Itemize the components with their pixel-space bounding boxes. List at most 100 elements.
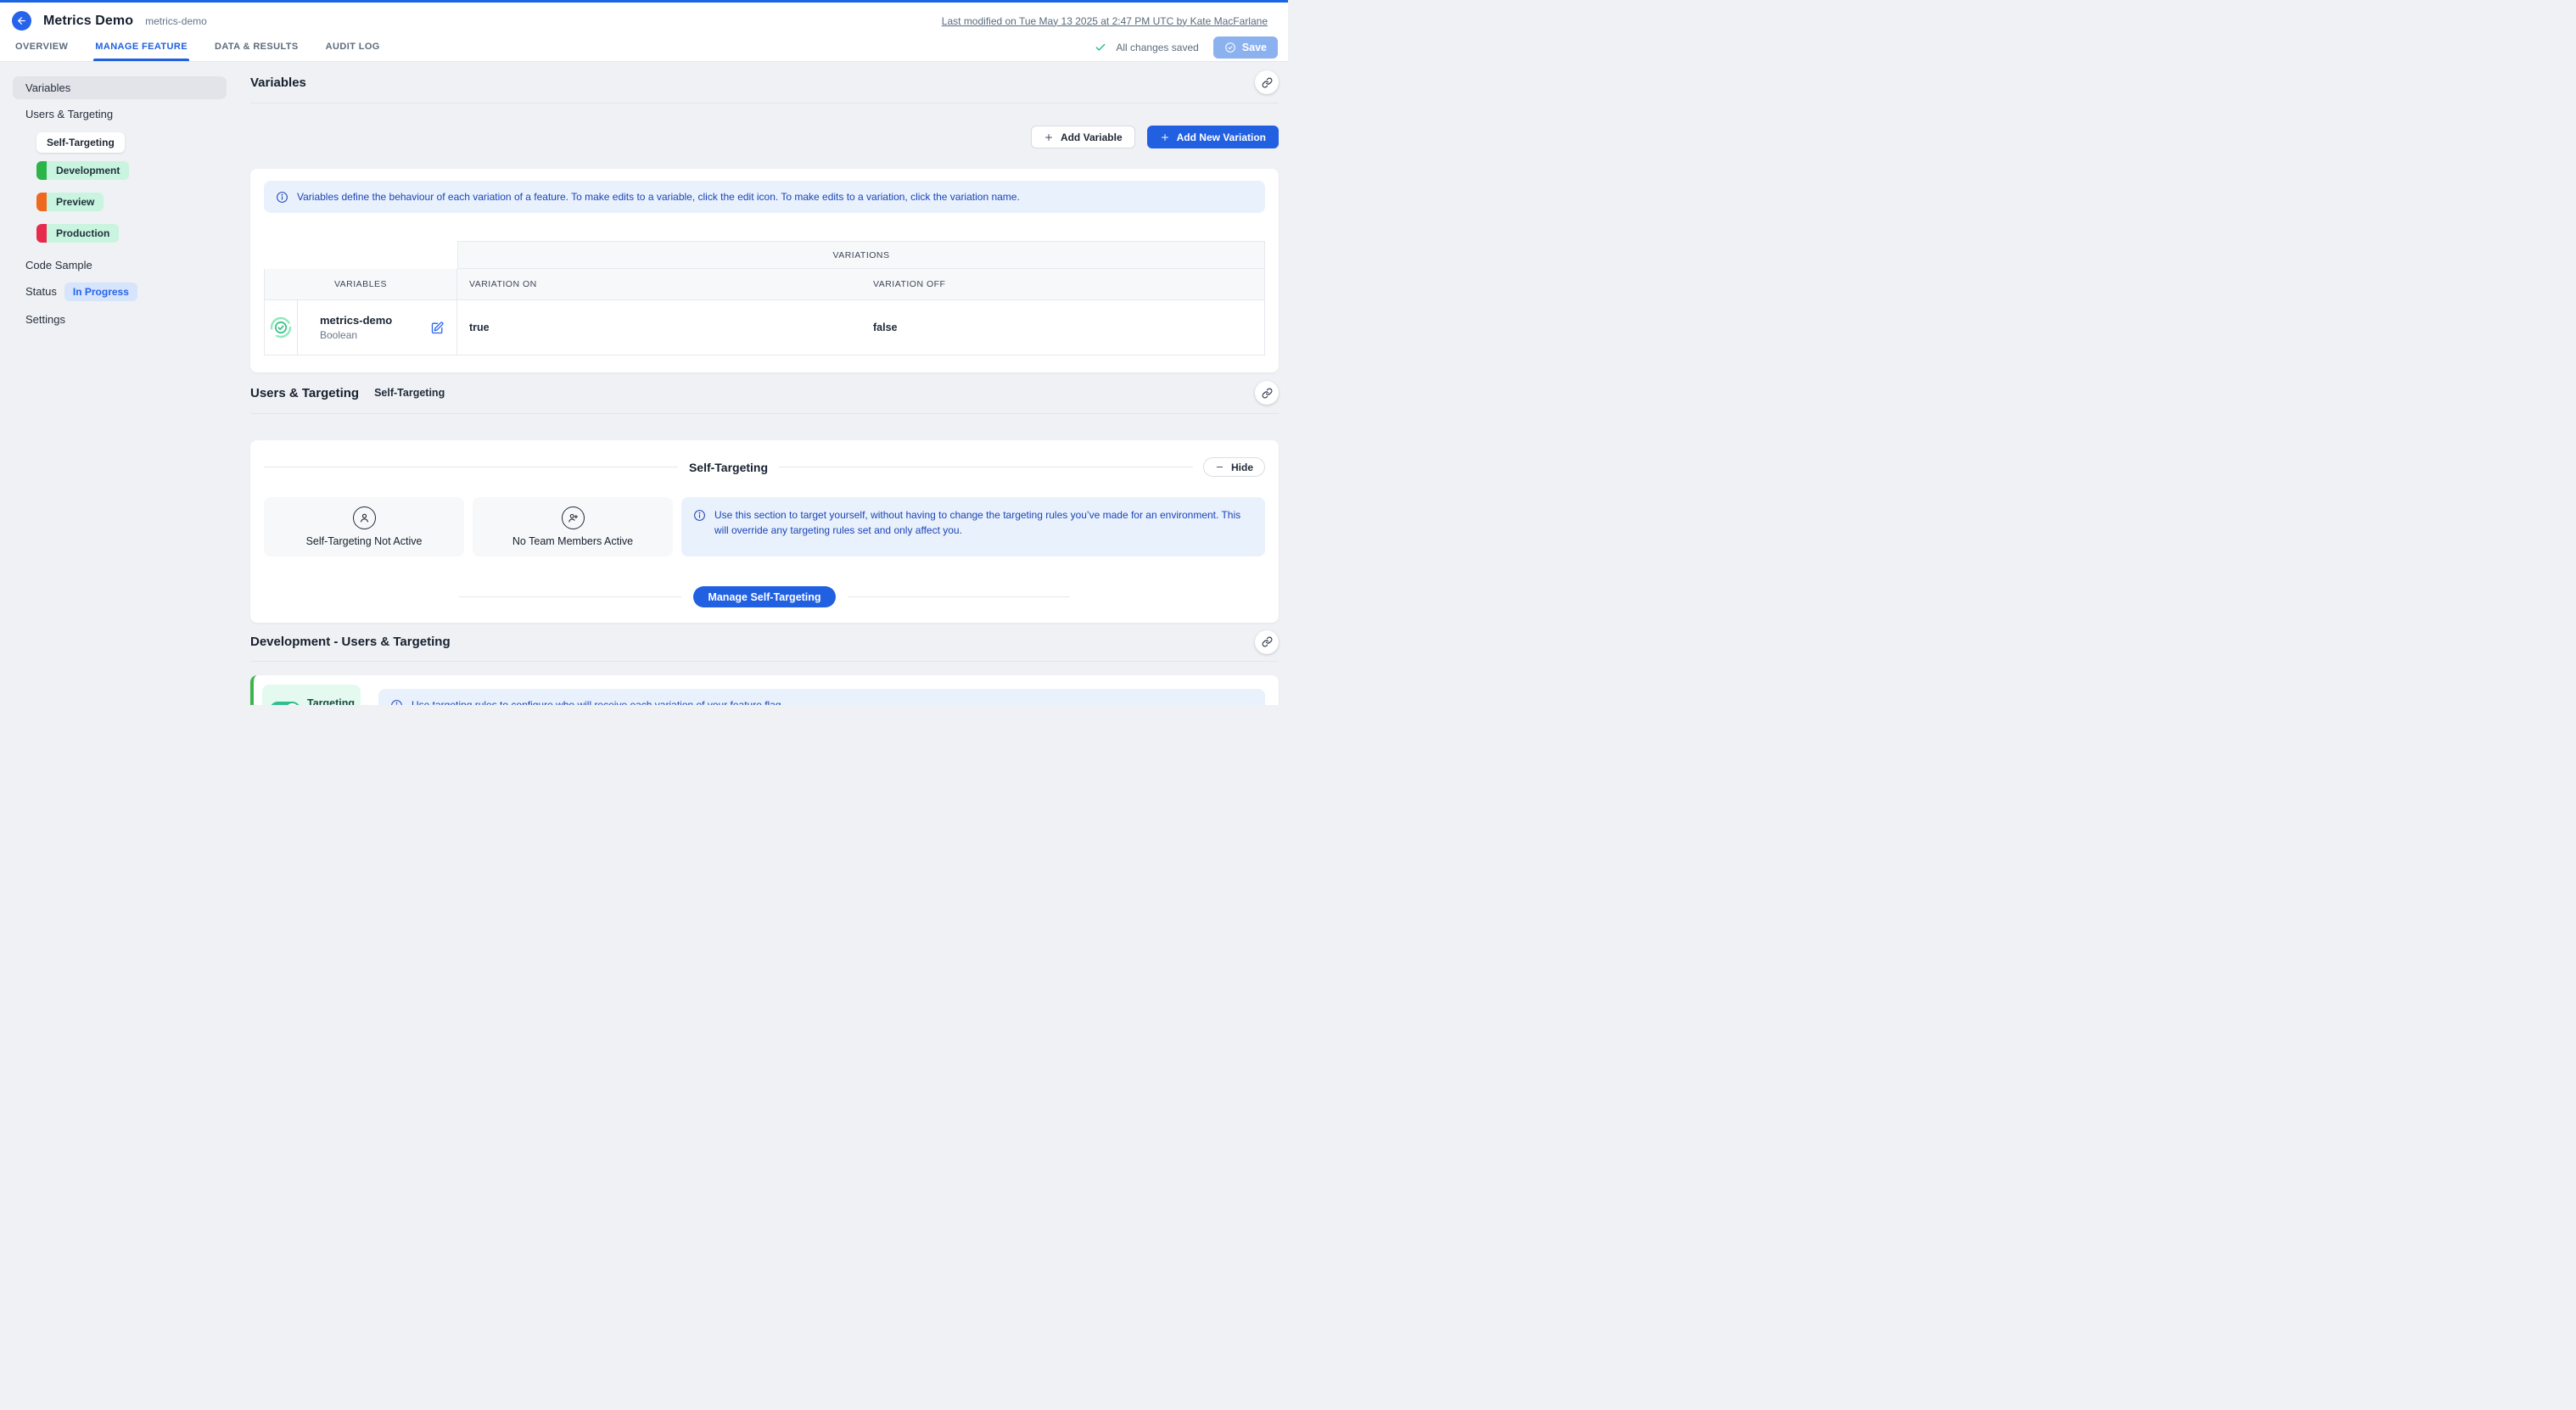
- sidebar-item-settings[interactable]: Settings: [13, 308, 245, 331]
- env-label-production: Production: [47, 224, 119, 243]
- edit-variable-button[interactable]: [428, 319, 446, 337]
- self-targeting-info-banner: Use this section to target yourself, wit…: [681, 497, 1265, 557]
- add-new-variation-button[interactable]: Add New Variation: [1147, 126, 1279, 148]
- save-status-text: All changes saved: [1116, 42, 1198, 53]
- variables-column-header: VARIABLES: [264, 269, 457, 300]
- targeting-toggle[interactable]: [270, 702, 300, 706]
- self-targeting-panel-title: Self-Targeting: [689, 461, 768, 474]
- self-targeting-status-row: Self-Targeting Not Active No Team Member…: [264, 497, 1265, 557]
- info-icon: [693, 509, 706, 522]
- variable-type: Boolean: [320, 329, 392, 341]
- sidebar-item-self-targeting[interactable]: Self-Targeting: [36, 132, 125, 153]
- self-targeting-panel-header: Self-Targeting Hide: [264, 457, 1265, 477]
- back-button[interactable]: [12, 11, 31, 31]
- targeting-toggle-box: Targeting ON: [262, 685, 361, 705]
- info-icon: [276, 191, 288, 204]
- user-plus-icon: [562, 506, 585, 529]
- development-targeting-card: Targeting ON Use targeting rules to conf…: [250, 675, 1279, 705]
- saved-check-icon: [1095, 42, 1106, 53]
- sidebar-item-env-production[interactable]: Production: [36, 224, 119, 243]
- variation-on-value[interactable]: true: [457, 300, 861, 355]
- add-variable-label: Add Variable: [1061, 131, 1123, 143]
- save-button-label: Save: [1242, 42, 1267, 53]
- team-members-status-label: No Team Members Active: [512, 535, 633, 547]
- development-section-title: Development - Users & Targeting: [250, 635, 451, 649]
- add-variable-button[interactable]: Add Variable: [1031, 126, 1135, 148]
- hide-button[interactable]: Hide: [1203, 457, 1265, 477]
- sidebar-item-env-preview[interactable]: Preview: [36, 193, 104, 211]
- development-link-button[interactable]: [1255, 630, 1279, 654]
- development-section-header: Development - Users & Targeting: [250, 623, 1279, 662]
- variations-header: VARIATIONS: [457, 241, 1265, 269]
- users-targeting-link-button[interactable]: [1255, 381, 1279, 405]
- app-header: Metrics Demo metrics-demo Last modified …: [0, 3, 1288, 36]
- tab-overview[interactable]: OVERVIEW: [14, 42, 70, 61]
- env-label-development: Development: [47, 161, 129, 180]
- info-icon: [390, 699, 403, 706]
- plus-icon: [1044, 132, 1054, 143]
- env-color-preview: [36, 193, 47, 211]
- variables-section-title: Variables: [250, 76, 306, 90]
- targeting-status-label: Targeting ON: [307, 697, 355, 705]
- variables-info-text: Variables define the behaviour of each v…: [297, 189, 1020, 204]
- users-targeting-section-subtitle: Self-Targeting: [374, 387, 445, 399]
- variation-off-column-header: VARIATION OFF: [861, 269, 1265, 300]
- targeting-info-text: Use targeting rules to configure who wil…: [412, 697, 784, 705]
- env-color-production: [36, 224, 47, 243]
- variables-info-banner: Variables define the behaviour of each v…: [264, 181, 1265, 213]
- toggle-knob-check-icon: [286, 703, 299, 706]
- sidebar: Variables Users & Targeting Self-Targeti…: [0, 62, 245, 705]
- pencil-edit-icon: [430, 321, 445, 335]
- users-targeting-section-title: Users & Targeting: [250, 386, 359, 400]
- variables-link-button[interactable]: [1255, 70, 1279, 94]
- self-targeting-status-label: Self-Targeting Not Active: [306, 535, 423, 547]
- user-icon: [353, 506, 376, 529]
- save-button[interactable]: Save: [1213, 36, 1278, 59]
- divider-line: [848, 596, 1070, 597]
- tab-audit-log[interactable]: AUDIT LOG: [324, 42, 382, 61]
- variables-table: VARIATIONS VARIABLES VARIATION ON VARIAT…: [264, 241, 1265, 355]
- tab-data-results[interactable]: DATA & RESULTS: [213, 42, 300, 61]
- table-empty-cell: [264, 241, 457, 269]
- add-new-variation-label: Add New Variation: [1177, 131, 1266, 143]
- arrow-left-icon: [16, 15, 27, 26]
- main-content: Variables Add Variable Add New Variation: [245, 62, 1288, 705]
- variables-card: Variables define the behaviour of each v…: [250, 169, 1279, 372]
- feature-key: metrics-demo: [145, 15, 207, 27]
- status-badge[interactable]: In Progress: [64, 283, 137, 301]
- last-modified-link[interactable]: Last modified on Tue May 13 2025 at 2:47…: [942, 15, 1268, 27]
- circle-check-icon: [1224, 42, 1236, 53]
- env-color-development: [36, 161, 47, 180]
- tab-manage-feature[interactable]: MANAGE FEATURE: [93, 42, 189, 61]
- self-targeting-status-card: Self-Targeting Not Active: [264, 497, 464, 557]
- variation-on-column-header: VARIATION ON: [457, 269, 861, 300]
- env-label-preview: Preview: [47, 193, 104, 211]
- link-icon: [1262, 77, 1273, 88]
- team-members-status-card: No Team Members Active: [473, 497, 673, 557]
- variables-section-header: Variables: [250, 62, 1279, 104]
- users-targeting-section-header: Users & Targeting Self-Targeting: [250, 372, 1279, 414]
- sidebar-item-code-sample[interactable]: Code Sample: [13, 254, 245, 277]
- link-icon: [1262, 388, 1273, 399]
- variable-name-cell: metrics-demo Boolean: [298, 300, 457, 355]
- targeting-info-banner: Use targeting rules to configure who wil…: [378, 689, 1265, 705]
- manage-self-targeting-button[interactable]: Manage Self-Targeting: [693, 586, 835, 607]
- variable-type-icon: [264, 300, 298, 355]
- variables-actions-row: Add Variable Add New Variation: [250, 126, 1279, 148]
- sidebar-item-env-development[interactable]: Development: [36, 161, 129, 180]
- minus-icon: [1215, 462, 1224, 472]
- link-icon: [1262, 636, 1273, 647]
- variation-off-value[interactable]: false: [861, 300, 1265, 355]
- plus-icon: [1160, 132, 1170, 143]
- divider-line: [459, 596, 681, 597]
- page-body: Variables Users & Targeting Self-Targeti…: [0, 62, 1288, 705]
- variable-name: metrics-demo: [320, 314, 392, 327]
- page-title: Metrics Demo: [43, 14, 133, 29]
- sidebar-item-variables[interactable]: Variables: [13, 76, 227, 99]
- sidebar-item-users-targeting[interactable]: Users & Targeting: [13, 103, 245, 126]
- sidebar-item-status[interactable]: Status: [13, 280, 57, 303]
- self-targeting-card: Self-Targeting Hide Self-Targeting Not A…: [250, 440, 1279, 623]
- self-targeting-info-text: Use this section to target yourself, wit…: [714, 507, 1253, 538]
- tab-bar: OVERVIEW MANAGE FEATURE DATA & RESULTS A…: [0, 36, 1288, 62]
- save-area: All changes saved Save: [1095, 36, 1278, 61]
